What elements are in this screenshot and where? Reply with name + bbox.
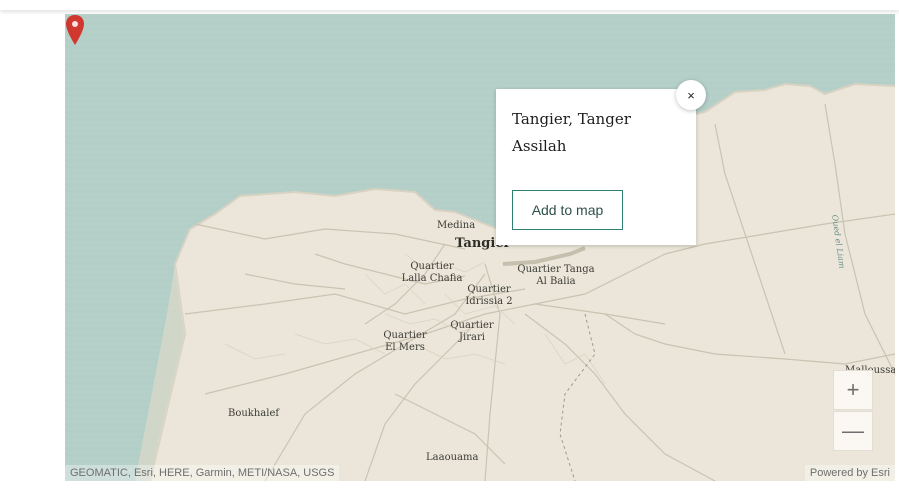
place-label: Boukhalef: [228, 408, 280, 419]
place-label: Laaouama: [426, 452, 479, 463]
location-pin-icon[interactable]: [65, 14, 85, 46]
zoom-in-button[interactable]: +: [833, 370, 873, 410]
location-popup: Tangier, Tanger Assilah Add to map: [496, 89, 696, 245]
close-icon: ×: [687, 87, 695, 103]
place-label: Quartier El Mers: [383, 330, 427, 353]
place-label: Medina: [437, 220, 476, 231]
place-label: Quartier Lalla Chafia: [401, 261, 463, 284]
plus-icon: +: [846, 377, 860, 402]
minus-icon: —: [842, 418, 864, 443]
add-to-map-button[interactable]: Add to map: [512, 190, 623, 230]
powered-by-esri-link[interactable]: Powered by Esri: [804, 465, 895, 481]
place-label: Quartier Idrissia 2: [465, 284, 513, 307]
zoom-out-button[interactable]: —: [833, 411, 873, 451]
attribution-text: GEOMATIC, Esri, HERE, Garmin, METI/NASA,…: [65, 465, 340, 481]
top-bar: [0, 0, 899, 10]
map-view[interactable]: Medina Tangier Quartier Lalla Chafia Qua…: [65, 14, 895, 481]
close-popup-button[interactable]: ×: [676, 80, 706, 110]
place-label: Quartier Tanga Al Balia: [517, 264, 595, 287]
popup-title: Tangier, Tanger Assilah: [512, 110, 631, 155]
place-label: Quartier Jirari: [450, 320, 494, 343]
